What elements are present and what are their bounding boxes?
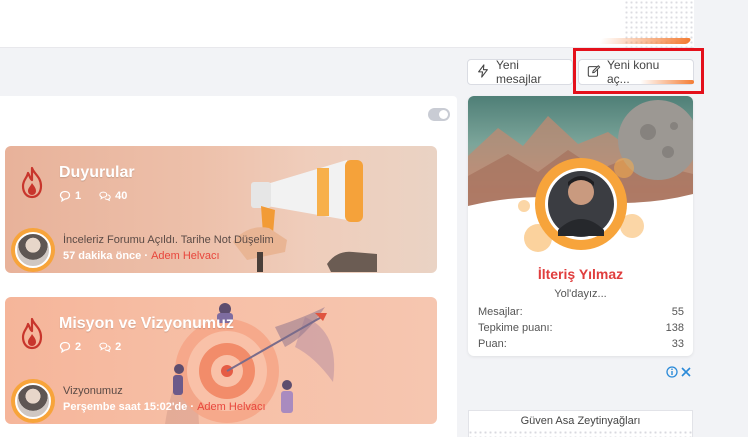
forum-card-misyon[interactable]: Misyon ve Vizyonumuz 2 2 Vizyonumuz Perş… bbox=[5, 297, 437, 424]
last-post-user[interactable]: Adem Helvacı bbox=[197, 401, 265, 413]
thread-count: 1 bbox=[59, 190, 81, 202]
thread-count: 2 bbox=[59, 341, 81, 353]
last-post-meta: Perşembe saat 15:02'de · Adem Helvacı bbox=[63, 401, 266, 413]
profile-status: Yol'dayız... bbox=[554, 288, 607, 300]
dot-pattern bbox=[468, 430, 693, 437]
last-post-time[interactable]: 57 dakika önce bbox=[63, 250, 141, 262]
close-icon[interactable] bbox=[681, 367, 691, 377]
last-post-separator: · bbox=[141, 250, 152, 262]
stat-value[interactable]: 138 bbox=[666, 322, 684, 334]
message-count: 40 bbox=[99, 190, 127, 202]
new-posts-button[interactable]: Yeni mesajlar bbox=[467, 58, 573, 86]
stat-label: Tepkime puanı: bbox=[478, 322, 553, 334]
last-post-title[interactable]: İnceleriz Forumu Açıldı. Tarihe Not Düşe… bbox=[63, 234, 274, 246]
last-post-title[interactable]: Vizyonumuz bbox=[63, 385, 123, 397]
forum-card-duyurular[interactable]: Duyurular 1 40 İnceleriz Forumu Açıldı. … bbox=[5, 146, 437, 273]
forum-title[interactable]: Duyurular bbox=[59, 164, 135, 182]
stat-reaction-score: Tepkime puanı: 138 bbox=[478, 322, 684, 334]
thread-count-value: 1 bbox=[75, 190, 82, 202]
message-count-value: 40 bbox=[115, 190, 128, 202]
stat-label: Puan: bbox=[478, 338, 507, 350]
highlight-box bbox=[573, 48, 704, 94]
last-post-time[interactable]: Perşembe saat 15:02'de bbox=[63, 401, 187, 413]
stat-value[interactable]: 55 bbox=[672, 306, 684, 318]
avatar-photo bbox=[15, 232, 51, 268]
profile-card: İlteriş Yılmaz Yol'dayız... Mesajlar: 55… bbox=[468, 96, 693, 356]
comment-icon bbox=[59, 190, 71, 202]
comments-icon bbox=[99, 191, 111, 202]
info-icon[interactable] bbox=[666, 366, 678, 378]
forum-title[interactable]: Misyon ve Vizyonumuz bbox=[59, 315, 234, 333]
profile-avatar[interactable] bbox=[514, 146, 648, 264]
banner-accent-stroke bbox=[598, 38, 692, 44]
new-posts-label: Yeni mesajlar bbox=[496, 58, 542, 86]
avatar[interactable] bbox=[11, 379, 57, 423]
stat-label: Mesajlar: bbox=[478, 306, 523, 318]
fire-icon bbox=[21, 317, 43, 350]
message-count: 2 bbox=[99, 341, 121, 353]
forum-stats: 2 2 bbox=[59, 341, 121, 353]
ad-title[interactable]: Güven Asa Zeytinyağları bbox=[521, 415, 641, 427]
toggle-knob bbox=[439, 110, 448, 119]
ad-choices[interactable] bbox=[666, 366, 691, 378]
profile-name[interactable]: İlteriş Yılmaz bbox=[468, 266, 693, 282]
lightning-icon bbox=[476, 63, 490, 81]
stat-value[interactable]: 33 bbox=[672, 338, 684, 350]
layout-toggle[interactable] bbox=[428, 108, 450, 121]
comment-icon bbox=[59, 341, 71, 353]
stat-points: Puan: 33 bbox=[478, 338, 684, 350]
forum-stats: 1 40 bbox=[59, 190, 127, 202]
stat-messages: Mesajlar: 55 bbox=[478, 306, 684, 318]
avatar[interactable] bbox=[11, 228, 57, 272]
comments-icon bbox=[99, 342, 111, 353]
message-count-value: 2 bbox=[115, 341, 122, 353]
fire-icon bbox=[21, 166, 43, 199]
last-post-user[interactable]: Adem Helvacı bbox=[151, 250, 219, 262]
thread-count-value: 2 bbox=[75, 341, 82, 353]
megaphone-illustration bbox=[233, 160, 377, 272]
top-banner bbox=[0, 0, 694, 48]
avatar-photo bbox=[15, 383, 51, 419]
last-post-meta: 57 dakika önce · Adem Helvacı bbox=[63, 250, 220, 262]
last-post-separator: · bbox=[187, 401, 198, 413]
